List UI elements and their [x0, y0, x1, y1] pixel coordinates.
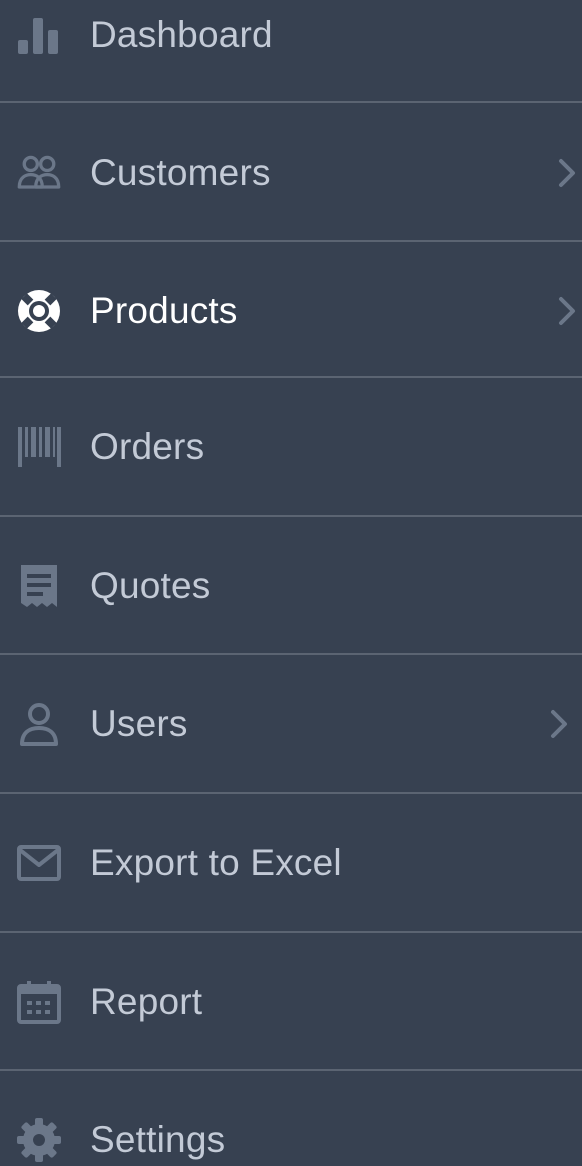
receipt-icon [16, 563, 62, 609]
menu-item-quotes[interactable]: Quotes [0, 517, 582, 655]
menu-item-users[interactable]: Users [0, 655, 582, 793]
menu-label-settings: Settings [90, 1119, 226, 1160]
menu-item-orders[interactable]: Orders [0, 378, 582, 516]
chevron-right-icon [552, 293, 582, 329]
menu-label-customers: Customers [90, 152, 271, 193]
menu-item-export-to-excel[interactable]: Export to Excel [0, 794, 582, 932]
menu-label-orders: Orders [90, 426, 205, 467]
menu-label-export-to-excel: Export to Excel [90, 842, 342, 883]
lifebuoy-icon [16, 288, 62, 334]
menu-label-report: Report [90, 981, 203, 1022]
menu-item-dashboard[interactable]: Dashboard [0, 0, 582, 104]
menu-label-dashboard: Dashboard [90, 14, 273, 55]
bar-chart-icon [16, 12, 62, 58]
menu-item-settings[interactable]: Settings [0, 1071, 582, 1166]
menu-item-products[interactable]: Products [0, 242, 582, 380]
user-icon [16, 701, 62, 747]
envelope-icon [16, 840, 62, 886]
menu-label-users: Users [90, 703, 188, 744]
menu-item-customers[interactable]: Customers [0, 104, 582, 242]
menu-label-products: Products [90, 290, 238, 331]
sidebar-menu: Dashboard Customers Products Orders Quot… [0, 0, 582, 1166]
menu-item-report[interactable]: Report [0, 933, 582, 1071]
divider [0, 101, 582, 103]
barcode-icon [16, 424, 62, 470]
gear-icon [16, 1117, 62, 1163]
chevron-right-icon [544, 706, 574, 742]
users-group-icon [16, 150, 62, 196]
menu-label-quotes: Quotes [90, 565, 211, 606]
chevron-right-icon [552, 155, 582, 191]
calendar-icon [16, 979, 62, 1025]
